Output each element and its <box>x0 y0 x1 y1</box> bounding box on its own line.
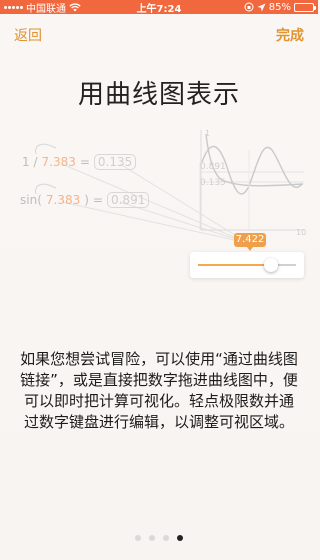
slider-value-bubble: 7.422 <box>234 233 266 251</box>
page-title: 用曲线图表示 <box>77 80 240 110</box>
sine-equals: = <box>92 193 103 207</box>
location-icon <box>257 3 266 11</box>
graph-label-bottom: 0.135 <box>200 178 226 188</box>
reciprocal-expression: 1 / 7.383 = 0.135 <box>22 154 137 170</box>
reciprocal-result: 0.135 <box>93 154 137 170</box>
orientation-lock-icon <box>244 2 254 12</box>
back-button[interactable]: 返回 <box>14 25 42 45</box>
graph-illustration: 1 / 7.383 = 0.135 sin( 7.383 ) = 0.891 1… <box>0 120 318 290</box>
sine-prefix: sin( <box>20 193 42 207</box>
sine-result: 0.891 <box>106 192 150 208</box>
wifi-icon <box>69 2 81 11</box>
value-slider[interactable] <box>190 252 304 278</box>
page-indicator[interactable] <box>0 535 318 541</box>
carrier-label: 中国联通 <box>26 3 66 15</box>
navigation-bar: 返回 完成 <box>0 14 318 54</box>
page-dot[interactable] <box>163 535 169 541</box>
slider-thumb[interactable] <box>263 258 278 272</box>
sine-number: 7.383 <box>45 193 81 207</box>
status-time: 上午7:24 <box>136 3 182 15</box>
done-button[interactable]: 完成 <box>276 25 304 45</box>
graph-x-label-right: 10 <box>296 228 307 237</box>
status-bar: 中国联通 上午7:24 85% <box>0 0 318 15</box>
battery-icon <box>294 2 316 12</box>
page-dot[interactable] <box>177 535 183 541</box>
reciprocal-number: 7.383 <box>41 155 76 169</box>
reciprocal-prefix: 1 / <box>22 155 38 169</box>
description-text: 如果您想尝试冒险，可以使用“通过曲线图链接”，或是直接把数字拖进曲线图中，便可以… <box>20 350 298 431</box>
page-dot[interactable] <box>135 535 141 541</box>
slider-track[interactable] <box>198 264 296 266</box>
sine-expression: sin( 7.383 ) = 0.891 <box>20 192 150 208</box>
graph-label-top: 0.891 <box>200 162 226 172</box>
battery-percent: 85% <box>268 1 291 13</box>
graph-x-label-left: 1 <box>205 129 211 138</box>
page-dot[interactable] <box>149 535 155 541</box>
slider-fill <box>198 264 271 266</box>
signal-icon <box>4 5 23 9</box>
sine-suffix: ) <box>84 193 89 207</box>
